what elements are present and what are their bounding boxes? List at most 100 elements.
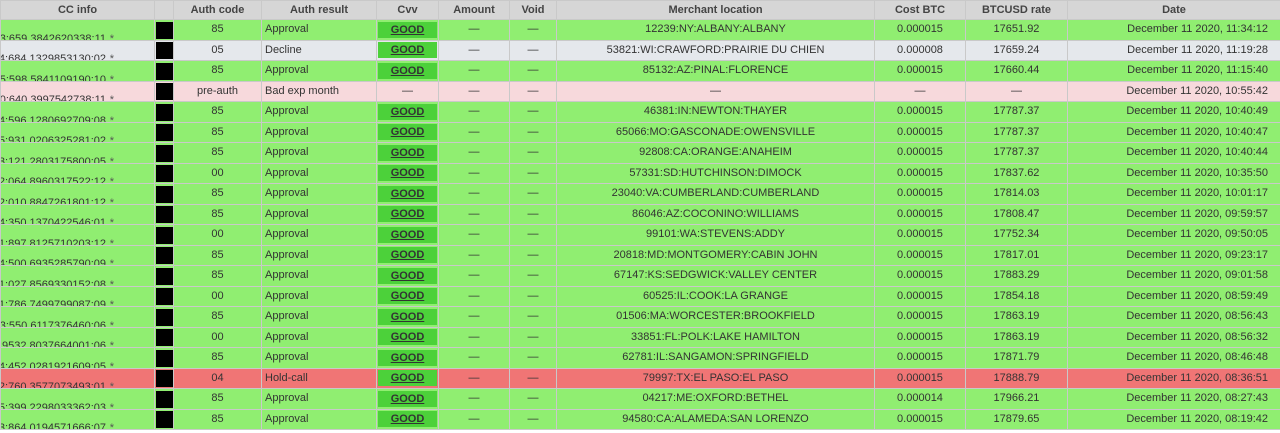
- redacted-cell: [154, 39, 174, 61]
- table-row[interactable]: 3842620338:11 23:659*85ApprovalGOOD——122…: [0, 19, 1280, 41]
- redacted-cell: [154, 244, 174, 266]
- redacted-cell: [154, 306, 174, 328]
- cc-info-cell: 8569330152:08 21:027*: [0, 265, 155, 287]
- header-cost-btc[interactable]: Cost BTC: [874, 0, 966, 20]
- cvv-status-link[interactable]: GOOD: [378, 411, 437, 428]
- header-blank: [154, 0, 174, 20]
- header-amount[interactable]: Amount: [438, 0, 510, 20]
- table-row[interactable]: 8847261801:12 22:010*85ApprovalGOOD——230…: [0, 183, 1280, 205]
- cc-star: *: [109, 135, 114, 143]
- cvv-cell: GOOD: [376, 306, 439, 328]
- table-row[interactable]: 2803175800:05 23:121*85ApprovalGOOD——928…: [0, 142, 1280, 164]
- table-row[interactable]: 3577073493:01 22:760*04Hold-callGOOD——79…: [0, 367, 1280, 389]
- cvv-cell: GOOD: [376, 203, 439, 225]
- cvv-status-link: —: [402, 85, 413, 98]
- auth-code-cell: 05: [173, 39, 262, 61]
- auth-result-cell: Approval: [261, 306, 377, 328]
- cvv-cell: GOOD: [376, 224, 439, 246]
- amount-cell: —: [438, 19, 510, 41]
- amount-cell: —: [438, 183, 510, 205]
- cvv-status-link[interactable]: GOOD: [378, 390, 437, 407]
- cc-info-cell: 1280692709:08 24:596*: [0, 101, 155, 123]
- table-row[interactable]: 1329853130:02 24:684*05DeclineGOOD——5382…: [0, 39, 1280, 61]
- cvv-status-link[interactable]: GOOD: [378, 144, 437, 161]
- redaction-block: [156, 329, 173, 347]
- table-row[interactable]: 1370422546:01 24:350*85ApprovalGOOD——860…: [0, 203, 1280, 225]
- table-row[interactable]: 7499799087:09 21:786*00ApprovalGOOD——605…: [0, 285, 1280, 307]
- table-row[interactable]: 3997542738:11 20:640* pre-authBad exp mon…: [0, 80, 1280, 102]
- cvv-cell: GOOD: [376, 388, 439, 410]
- auth-code-cell: 85: [173, 101, 262, 123]
- cvv-status-link[interactable]: GOOD: [378, 370, 437, 387]
- table-row[interactable]: 8960317522:12 22:064*00ApprovalGOOD——573…: [0, 162, 1280, 184]
- cvv-status-link[interactable]: GOOD: [378, 124, 437, 141]
- cc-number: 8037664001:06 22:9532: [1, 340, 107, 348]
- cvv-status-link[interactable]: GOOD: [378, 226, 437, 243]
- cvv-status-link[interactable]: GOOD: [378, 308, 437, 325]
- redacted-cell: [154, 265, 174, 287]
- void-cell: —: [509, 80, 557, 102]
- header-auth-code[interactable]: Auth code: [173, 0, 262, 20]
- auth-result-cell: Approval: [261, 265, 377, 287]
- header-merchant-location[interactable]: Merchant location: [556, 0, 875, 20]
- redacted-cell: [154, 183, 174, 205]
- table-row[interactable]: 8037664001:06 22:9532*00ApprovalGOOD——33…: [0, 326, 1280, 348]
- table-row[interactable]: 0206325281:02 25:931*85ApprovalGOOD——650…: [0, 121, 1280, 143]
- auth-code-cell: 85: [173, 408, 262, 430]
- cvv-status-link[interactable]: GOOD: [378, 103, 437, 120]
- auth-result-cell: Approval: [261, 101, 377, 123]
- header-date[interactable]: Date: [1067, 0, 1280, 20]
- table-row[interactable]: 2298033362:03 25:399*85ApprovalGOOD——042…: [0, 388, 1280, 410]
- table-row[interactable]: 0194571666:07 23:864*85ApprovalGOOD——945…: [0, 408, 1280, 430]
- header-void[interactable]: Void: [509, 0, 557, 20]
- table-row[interactable]: 8125710203:12 21:897*00ApprovalGOOD——991…: [0, 224, 1280, 246]
- void-cell: —: [509, 203, 557, 225]
- cvv-cell: GOOD: [376, 326, 439, 348]
- cvv-status-link[interactable]: GOOD: [378, 206, 437, 223]
- table-row[interactable]: 6117376460:06 23:550*85ApprovalGOOD——015…: [0, 306, 1280, 328]
- table-header-row: CC info Auth code Auth result Cvv Amount…: [0, 0, 1280, 20]
- redaction-block: [156, 21, 173, 39]
- redacted-cell: [154, 80, 174, 102]
- cc-star: *: [109, 176, 114, 184]
- cvv-cell: GOOD: [376, 408, 439, 430]
- cvv-status-link[interactable]: GOOD: [378, 165, 437, 182]
- void-cell: —: [509, 347, 557, 369]
- auth-code-cell: 00: [173, 326, 262, 348]
- amount-cell: —: [438, 408, 510, 430]
- header-cvv[interactable]: Cvv: [376, 0, 439, 20]
- table-row[interactable]: 1280692709:08 24:596*85ApprovalGOOD——463…: [0, 101, 1280, 123]
- amount-cell: —: [438, 80, 510, 102]
- void-cell: —: [509, 408, 557, 430]
- cvv-status-link[interactable]: GOOD: [378, 329, 437, 346]
- void-cell: —: [509, 39, 557, 61]
- header-auth-result[interactable]: Auth result: [261, 0, 377, 20]
- cost-btc-cell: 0.000015: [874, 347, 966, 369]
- cost-btc-cell: 0.000015: [874, 101, 966, 123]
- cc-info-cell: 5841109190:10 25:598*: [0, 60, 155, 82]
- table-row[interactable]: 8569330152:08 21:027*85ApprovalGOOD——671…: [0, 265, 1280, 287]
- redacted-cell: [154, 101, 174, 123]
- redaction-block: [156, 185, 173, 203]
- merchant-location-cell: 12239:NY:ALBANY:ALBANY: [556, 19, 875, 41]
- cvv-status-link[interactable]: GOOD: [378, 349, 437, 366]
- table-row[interactable]: 0281921609:05 24:452*85ApprovalGOOD——627…: [0, 347, 1280, 369]
- cc-number: 6117376460:06 23:550: [0, 319, 107, 327]
- cvv-status-link[interactable]: GOOD: [378, 42, 437, 59]
- merchant-location-cell: 60525:IL:COOK:LA GRANGE: [556, 285, 875, 307]
- auth-result-cell: Approval: [261, 203, 377, 225]
- header-btcusd-rate[interactable]: BTCUSD rate: [965, 0, 1068, 20]
- date-cell: December 11 2020, 10:40:44: [1067, 142, 1280, 164]
- cvv-status-link[interactable]: GOOD: [378, 21, 437, 38]
- cvv-status-link[interactable]: GOOD: [378, 185, 437, 202]
- cost-btc-cell: 0.000015: [874, 408, 966, 430]
- cc-star: *: [109, 53, 114, 61]
- header-cc-info[interactable]: CC info: [0, 0, 155, 20]
- table-row[interactable]: 5841109190:10 25:598*85ApprovalGOOD——851…: [0, 60, 1280, 82]
- cvv-status-link[interactable]: GOOD: [378, 267, 437, 284]
- cvv-cell: GOOD: [376, 121, 439, 143]
- cvv-status-link[interactable]: GOOD: [378, 288, 437, 305]
- cvv-status-link[interactable]: GOOD: [378, 62, 437, 79]
- cvv-status-link[interactable]: GOOD: [378, 247, 437, 264]
- table-row[interactable]: 6935285790:09 24:500*85ApprovalGOOD——208…: [0, 244, 1280, 266]
